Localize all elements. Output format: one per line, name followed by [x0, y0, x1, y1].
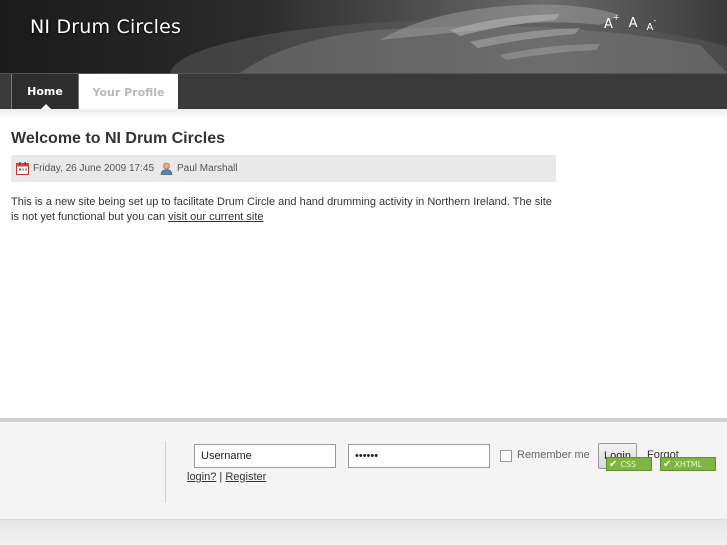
content-top-shade	[0, 109, 727, 119]
password-input[interactable]	[348, 444, 490, 468]
main-nav: Home Your Profile	[0, 73, 727, 110]
calendar-icon	[16, 162, 29, 175]
font-size-controls: A+ A A-	[604, 13, 657, 33]
username-input[interactable]	[194, 444, 336, 468]
xhtml-badge-label: XHTML	[674, 459, 703, 469]
tab-home-label: Home	[27, 85, 63, 98]
tab-your-profile-label: Your Profile	[92, 85, 165, 99]
increase-font-button[interactable]: A+	[604, 13, 620, 33]
site-header: NI Drum Circles A+ A A-	[0, 0, 727, 73]
check-icon: ✔	[609, 458, 618, 470]
article-title: Welcome to NI Drum Circles	[11, 130, 225, 147]
article-meta-bar: Friday, 26 June 2009 17:45 Paul Marshall	[11, 155, 556, 182]
article-author: Paul Marshall	[177, 163, 238, 174]
login-links: login? | Register	[187, 471, 266, 483]
tab-your-profile[interactable]: Your Profile	[79, 74, 178, 110]
css-badge-label: CSS	[620, 459, 637, 469]
footer-bottom-strip	[0, 519, 727, 545]
css-valid-badge[interactable]: ✔ CSS	[606, 457, 652, 471]
reset-font-button[interactable]: A	[629, 16, 638, 33]
plus-icon: +	[612, 13, 620, 22]
remember-me-label: Remember me	[517, 449, 590, 461]
current-site-link[interactable]: visit our current site	[168, 211, 263, 223]
register-link[interactable]: Register	[225, 471, 266, 483]
site-title[interactable]: NI Drum Circles	[30, 16, 181, 38]
article-body-text: This is a new site being set up to facil…	[11, 196, 552, 223]
increase-font-letter: A	[604, 17, 613, 33]
article-body: This is a new site being set up to facil…	[11, 195, 561, 225]
forgot-login-link[interactable]: login?	[187, 471, 216, 483]
xhtml-valid-badge[interactable]: ✔ XHTML	[660, 457, 716, 471]
minus-icon: -	[653, 16, 657, 25]
link-separator: |	[219, 471, 223, 483]
check-icon: ✔	[663, 458, 672, 470]
remember-me-checkbox[interactable]	[500, 450, 512, 462]
tab-home[interactable]: Home	[11, 74, 79, 110]
decrease-font-button[interactable]: A-	[647, 16, 657, 33]
article-date: Friday, 26 June 2009 17:45	[33, 163, 155, 174]
footer-divider	[165, 441, 166, 503]
user-icon	[160, 162, 173, 175]
